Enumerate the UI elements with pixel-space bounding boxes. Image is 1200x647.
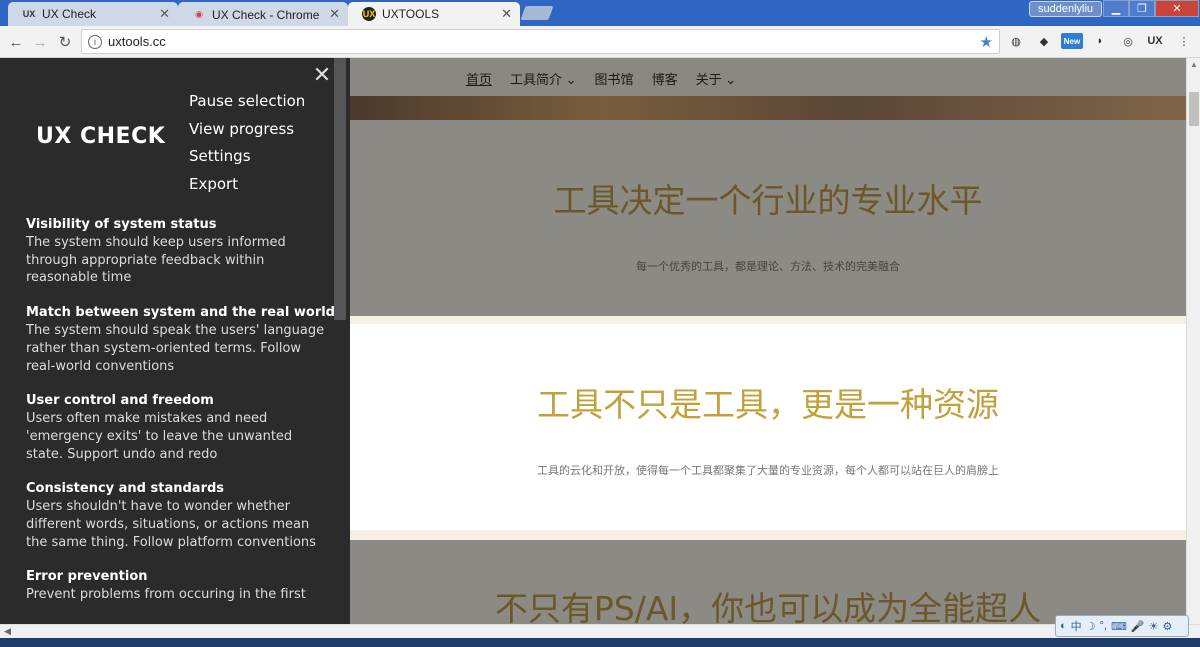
heuristic-title: Match between system and the real world: [26, 305, 335, 321]
back-arrow-icon[interactable]: ←: [6, 32, 26, 52]
ux-check-panel: ✕ UX CHECK Pause selection View progress…: [0, 58, 350, 624]
new-tab-button[interactable]: [520, 6, 554, 20]
ime-skin-icon[interactable]: ☀: [1149, 620, 1159, 633]
section-divider: [350, 530, 1186, 540]
panel-scrollbar[interactable]: [334, 58, 346, 320]
site-nav-links: 首页 工具简介 ⌄ 图书馆 博客 关于 ⌄: [466, 69, 736, 88]
tab-chrome-store[interactable]: ◉ UX Check - Chrome 网 ✕: [178, 2, 348, 26]
tab-label: UX Check: [42, 7, 97, 21]
menu-kebab-icon[interactable]: ⋮: [1176, 33, 1192, 49]
nav-link-about[interactable]: 关于 ⌄: [696, 69, 737, 88]
heuristic-item[interactable]: Visibility of system status The system s…: [26, 216, 326, 287]
ux-check-extension-icon[interactable]: UX: [1147, 33, 1163, 49]
tab-strip: UX UX Check ✕ ◉ UX Check - Chrome 网 ✕ UX…: [0, 0, 1200, 26]
section-heading: 工具不只是工具，更是一种资源: [537, 385, 999, 424]
address-bar[interactable]: i uxtools.cc ★: [81, 29, 1000, 54]
chrome-store-icon: ◉: [195, 8, 203, 19]
heuristic-description: Prevent problems from occuring in the fi…: [26, 587, 306, 603]
reload-icon[interactable]: ↻: [55, 32, 75, 52]
nav-link-home[interactable]: 首页: [466, 69, 492, 88]
extension-shield-icon[interactable]: ◎: [1120, 33, 1136, 49]
close-icon[interactable]: ✕: [501, 6, 512, 22]
os-taskbar: [0, 638, 1200, 647]
evernote-icon[interactable]: ◆: [1036, 33, 1052, 49]
scrollbar-thumb[interactable]: [1189, 92, 1199, 126]
section-subtitle: 工具的云化和开放，使得每一个工具都聚集了大量的专业资源，每个人都可以站在巨人的肩…: [537, 464, 999, 477]
ux-logo-icon: UX: [22, 9, 36, 19]
nav-link-blog[interactable]: 博客: [652, 69, 678, 88]
pause-selection-button[interactable]: Pause selection: [189, 88, 305, 116]
extension-globe-icon[interactable]: ◍: [1008, 33, 1024, 49]
heuristic-description: Users shouldn't have to wonder whether d…: [26, 499, 316, 550]
tab-uxtools[interactable]: UX UXTOOLS ✕: [348, 2, 520, 26]
pocket-icon[interactable]: ◗: [1092, 33, 1108, 49]
scroll-up-arrow-icon[interactable]: ▲: [1190, 60, 1198, 69]
url-text: uxtools.cc: [108, 34, 166, 49]
browser-window: UX UX Check ✕ ◉ UX Check - Chrome 网 ✕ UX…: [0, 0, 1200, 647]
section-resource: 工具不只是工具，更是一种资源 工具的云化和开放，使得每一个工具都聚集了大量的专业…: [350, 324, 1186, 530]
tab-label: UXTOOLS: [382, 7, 440, 21]
settings-button[interactable]: Settings: [189, 143, 305, 171]
ime-keyboard-icon[interactable]: ⌨: [1111, 620, 1127, 633]
heuristics-list: Visibility of system status The system s…: [26, 216, 335, 621]
horizontal-scrollbar[interactable]: ◀: [0, 624, 1200, 638]
bookmark-star-icon[interactable]: ★: [980, 33, 993, 51]
nav-link-tools[interactable]: 工具简介 ⌄: [510, 69, 577, 88]
close-icon[interactable]: ✕: [329, 6, 340, 22]
ux-check-title: UX CHECK: [36, 124, 166, 149]
heuristic-title: Consistency and standards: [26, 481, 225, 497]
ime-logo-icon: ◐: [1060, 620, 1067, 632]
section-subtitle: 每一个优秀的工具，都是理论、方法、技术的完美融合: [636, 260, 900, 273]
ime-moon-icon[interactable]: ☽: [1086, 620, 1096, 633]
tab-label: UX Check - Chrome 网: [212, 7, 324, 22]
ime-settings-icon[interactable]: ⚙: [1162, 620, 1172, 633]
heuristic-description: The system should keep users informed th…: [26, 235, 286, 286]
scroll-left-arrow-icon[interactable]: ◀: [4, 626, 11, 637]
heuristic-item[interactable]: Error prevention Prevent problems from o…: [26, 568, 326, 604]
user-profile-button[interactable]: suddenlyliu: [1029, 1, 1103, 17]
close-icon[interactable]: ✕: [312, 65, 332, 87]
heuristic-title: User control and freedom: [26, 393, 214, 409]
heuristic-title: Error prevention: [26, 569, 148, 585]
heuristic-item[interactable]: User control and freedom Users often mak…: [26, 392, 326, 463]
tab-ux-check[interactable]: UX UX Check ✕: [8, 2, 178, 26]
ime-punctuation-icon[interactable]: °,: [1100, 620, 1107, 632]
forward-arrow-icon[interactable]: →: [30, 32, 50, 52]
uxtools-logo-icon: UX: [362, 7, 376, 21]
info-icon[interactable]: i: [88, 34, 102, 49]
section-divider: [350, 316, 1186, 324]
browser-toolbar: ← → ↻ i uxtools.cc ★ ◍ ◆ New ◗ ◎ UX ⋮: [0, 26, 1200, 58]
nav-link-library[interactable]: 图书馆: [595, 69, 634, 88]
extension-new-icon[interactable]: New: [1061, 33, 1083, 49]
view-progress-button[interactable]: View progress: [189, 116, 305, 144]
heuristic-description: The system should speak the users' langu…: [26, 323, 325, 374]
ime-chinese-mode-icon[interactable]: 中: [1071, 618, 1082, 634]
ime-mic-icon[interactable]: 🎤: [1131, 620, 1145, 633]
minimize-button[interactable]: ▁: [1103, 0, 1129, 17]
heuristic-item[interactable]: Consistency and standards Users shouldn'…: [26, 480, 326, 551]
section-heading: 工具决定一个行业的专业水平: [553, 181, 983, 220]
page-scrollbar[interactable]: ▲: [1186, 58, 1200, 624]
close-window-button[interactable]: ✕: [1155, 0, 1199, 17]
close-icon[interactable]: ✕: [159, 6, 170, 22]
restore-button[interactable]: ❐: [1129, 0, 1155, 17]
heuristic-description: Users often make mistakes and need 'emer…: [26, 411, 293, 462]
heuristic-title: Visibility of system status: [26, 217, 217, 232]
heuristic-item[interactable]: Match between system and the real world …: [26, 304, 335, 375]
ux-check-menu: Pause selection View progress Settings E…: [189, 88, 305, 198]
ime-toolbar[interactable]: ◐ 中 ☽ °, ⌨ 🎤 ☀ ⚙: [1055, 615, 1189, 637]
export-button[interactable]: Export: [189, 171, 305, 199]
window-controls: ▁ ❐ ✕: [1103, 0, 1199, 18]
banner-image: [350, 96, 1186, 120]
section-superhero: 不只有PS/AI，你也可以成为全能超人: [350, 540, 1186, 624]
